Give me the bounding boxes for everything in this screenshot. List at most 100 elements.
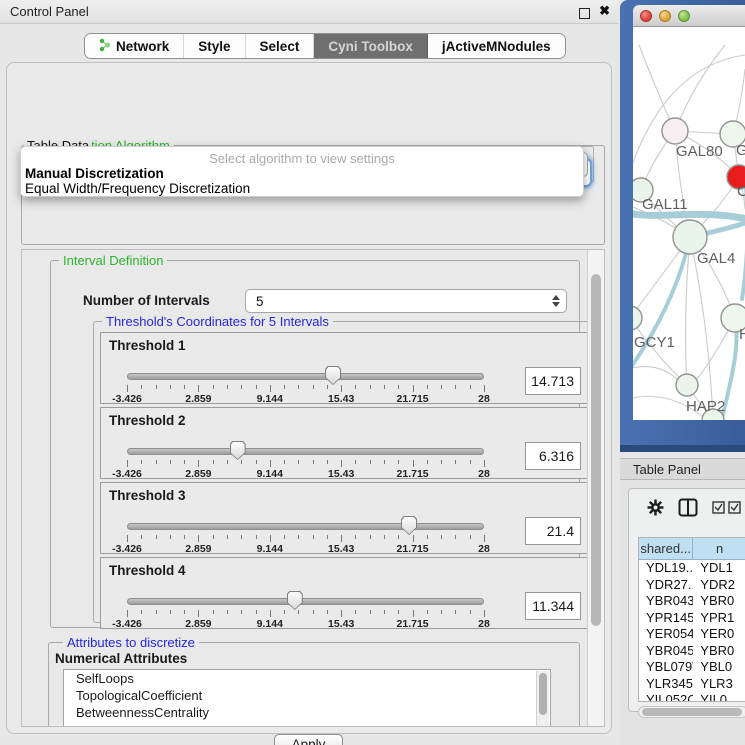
slider-scale: -3.4262.8599.14415.4321.71528: [127, 543, 484, 554]
slider-ticks: [127, 385, 484, 393]
threshold-label: Threshold 3: [109, 488, 186, 503]
tab-style[interactable]: Style: [184, 34, 245, 58]
node-label-clipped-h: H: [739, 326, 745, 343]
number-of-intervals-value: 5: [246, 294, 546, 309]
threshold-label: Threshold 1: [109, 338, 186, 353]
node-label-clipped-mid-right: C: [737, 183, 745, 200]
scrollbar-thumb[interactable]: [539, 673, 547, 715]
gear-icon[interactable]: [647, 499, 664, 519]
node-gal80: [662, 118, 688, 144]
threshold-label: Threshold 4: [109, 563, 186, 578]
thresholds-group: Threshold's Coordinates for 5 Intervals …: [93, 321, 599, 623]
cell: YBR0: [693, 643, 745, 660]
slider-track[interactable]: [127, 373, 484, 380]
tab-cyni-toolbox[interactable]: Cyni Toolbox: [314, 34, 428, 58]
threshold-panel: Threshold 4 -3.4262.8599.14415.4321.7152…: [100, 557, 592, 629]
node-label-hap2: HAP2: [686, 398, 725, 415]
table-row[interactable]: YBR043CYBR0: [639, 593, 745, 610]
table-row[interactable]: YER054CYER0: [639, 626, 745, 643]
slider-thumb[interactable]: [287, 591, 303, 610]
threshold-value-field[interactable]: 11.344: [525, 592, 581, 620]
minimize-traffic-light-icon[interactable]: [659, 10, 671, 22]
popup-option-equal-width-frequency[interactable]: Equal Width/Frequency Discretization: [25, 181, 250, 196]
control-panel-titlebar: Control Panel ✖: [0, 0, 618, 24]
number-of-intervals-combobox[interactable]: 5: [245, 289, 567, 313]
slider[interactable]: [127, 513, 484, 533]
slider-track[interactable]: [127, 523, 484, 530]
slider-scale: -3.4262.8599.14415.4321.71528: [127, 618, 484, 629]
table-row[interactable]: YIL052CYIL0: [639, 692, 745, 702]
slider[interactable]: [127, 438, 484, 458]
number-of-intervals-label: Number of Intervals: [83, 293, 210, 308]
slider-thumb[interactable]: [325, 366, 341, 385]
table-row[interactable]: YDL19...YDL1: [639, 560, 745, 577]
tab-style-label: Style: [198, 39, 230, 54]
top-tab-bar: Network Style Select Cyni Toolbox jActiv…: [84, 33, 566, 59]
popup-option-manual-discretization[interactable]: Manual Discretization: [25, 166, 164, 181]
cell: YBR045C: [639, 643, 693, 660]
slider-scale: -3.4262.8599.14415.4321.71528: [127, 468, 484, 479]
cell: YPR1: [693, 610, 745, 627]
float-window-icon[interactable]: [579, 8, 590, 19]
cell: YIL052C: [639, 692, 693, 702]
column-header-name[interactable]: n: [693, 538, 745, 560]
slider[interactable]: [127, 588, 484, 608]
network-canvas[interactable]: GAL80 G C GAL11 GAL4 GCY1 H HAP2: [633, 27, 745, 420]
node-label-gal80: GAL80: [676, 143, 723, 160]
cell: YBR0: [693, 593, 745, 610]
checked-checkboxes-icon[interactable]: [712, 501, 741, 517]
table-row[interactable]: YLR345WYLR3: [639, 676, 745, 693]
cyni-toolbox-panel: Discretization Algorithm Table Data galF…: [6, 62, 612, 734]
list-item[interactable]: TopologicalCoefficient: [64, 687, 550, 704]
close-icon[interactable]: ✖: [599, 3, 610, 19]
attributes-list[interactable]: SelfLoops TopologicalCoefficient Between…: [63, 669, 551, 727]
numerical-attributes-label: Numerical Attributes: [55, 651, 187, 666]
attributes-list-scrollbar[interactable]: [536, 671, 549, 727]
scrollbar-thumb[interactable]: [642, 708, 742, 716]
zoom-traffic-light-icon[interactable]: [678, 10, 690, 22]
tab-network[interactable]: Network: [85, 34, 184, 58]
cell: YPR145W: [639, 610, 693, 627]
combo-arrows-icon: [546, 295, 566, 307]
list-item[interactable]: BetweennessCentrality: [64, 704, 550, 721]
interval-definition-title: Interval Definition: [59, 253, 167, 268]
table-row[interactable]: YBR045CYBR0: [639, 643, 745, 660]
node-table[interactable]: shared... n YDL19...YDL1 YDR27...YDR2 YB…: [638, 537, 745, 702]
threshold-value-field[interactable]: 6.316: [525, 442, 581, 470]
table-panel-titlebar: Table Panel: [620, 458, 745, 480]
close-traffic-light-icon[interactable]: [640, 10, 652, 22]
tab-select[interactable]: Select: [246, 34, 315, 58]
threshold-label: Threshold 2: [109, 413, 186, 428]
table-row[interactable]: YBL079WYBL0: [639, 659, 745, 676]
slider-track[interactable]: [127, 448, 484, 455]
control-panel: Control Panel ✖ Network Style: [0, 0, 618, 745]
slider-thumb[interactable]: [401, 516, 417, 535]
network-window-bottom-edge: [620, 445, 745, 452]
table-panel-title: Table Panel: [633, 462, 701, 477]
table-horizontal-scrollbar[interactable]: [638, 706, 745, 718]
settings-vertical-scrollbar[interactable]: [587, 250, 604, 727]
column-header-shared-name[interactable]: shared...: [639, 538, 693, 560]
cell: YLR345W: [639, 676, 693, 693]
table-panel-body: shared... n YDL19...YDL1 YDR27...YDR2 YB…: [620, 480, 745, 745]
network-window-titlebar[interactable]: [633, 5, 745, 27]
scrollbar-thumb[interactable]: [591, 274, 601, 626]
cell: YDR27...: [639, 577, 693, 594]
tab-jactivemnodules[interactable]: jActiveMNodules: [428, 34, 565, 58]
table-row[interactable]: YPR145WYPR1: [639, 610, 745, 627]
slider-thumb[interactable]: [230, 441, 246, 460]
cell: YBR043C: [639, 593, 693, 610]
table-row[interactable]: YDR27...YDR2: [639, 577, 745, 594]
slider-track[interactable]: [127, 598, 484, 605]
threshold-value-field[interactable]: 21.4: [525, 517, 581, 545]
node-gal4: [673, 220, 707, 254]
threshold-value-field[interactable]: 14.713: [525, 367, 581, 395]
thresholds-title: Threshold's Coordinates for 5 Intervals: [102, 314, 333, 329]
table-panel-inner: shared... n YDL19...YDL1 YDR27...YDR2 YB…: [628, 488, 745, 712]
list-item[interactable]: SelfLoops: [64, 670, 550, 687]
split-columns-icon[interactable]: [678, 498, 698, 520]
slider[interactable]: [127, 363, 484, 383]
slider-ticks: [127, 460, 484, 468]
apply-button[interactable]: Apply: [274, 734, 343, 745]
tab-network-label: Network: [116, 39, 169, 54]
